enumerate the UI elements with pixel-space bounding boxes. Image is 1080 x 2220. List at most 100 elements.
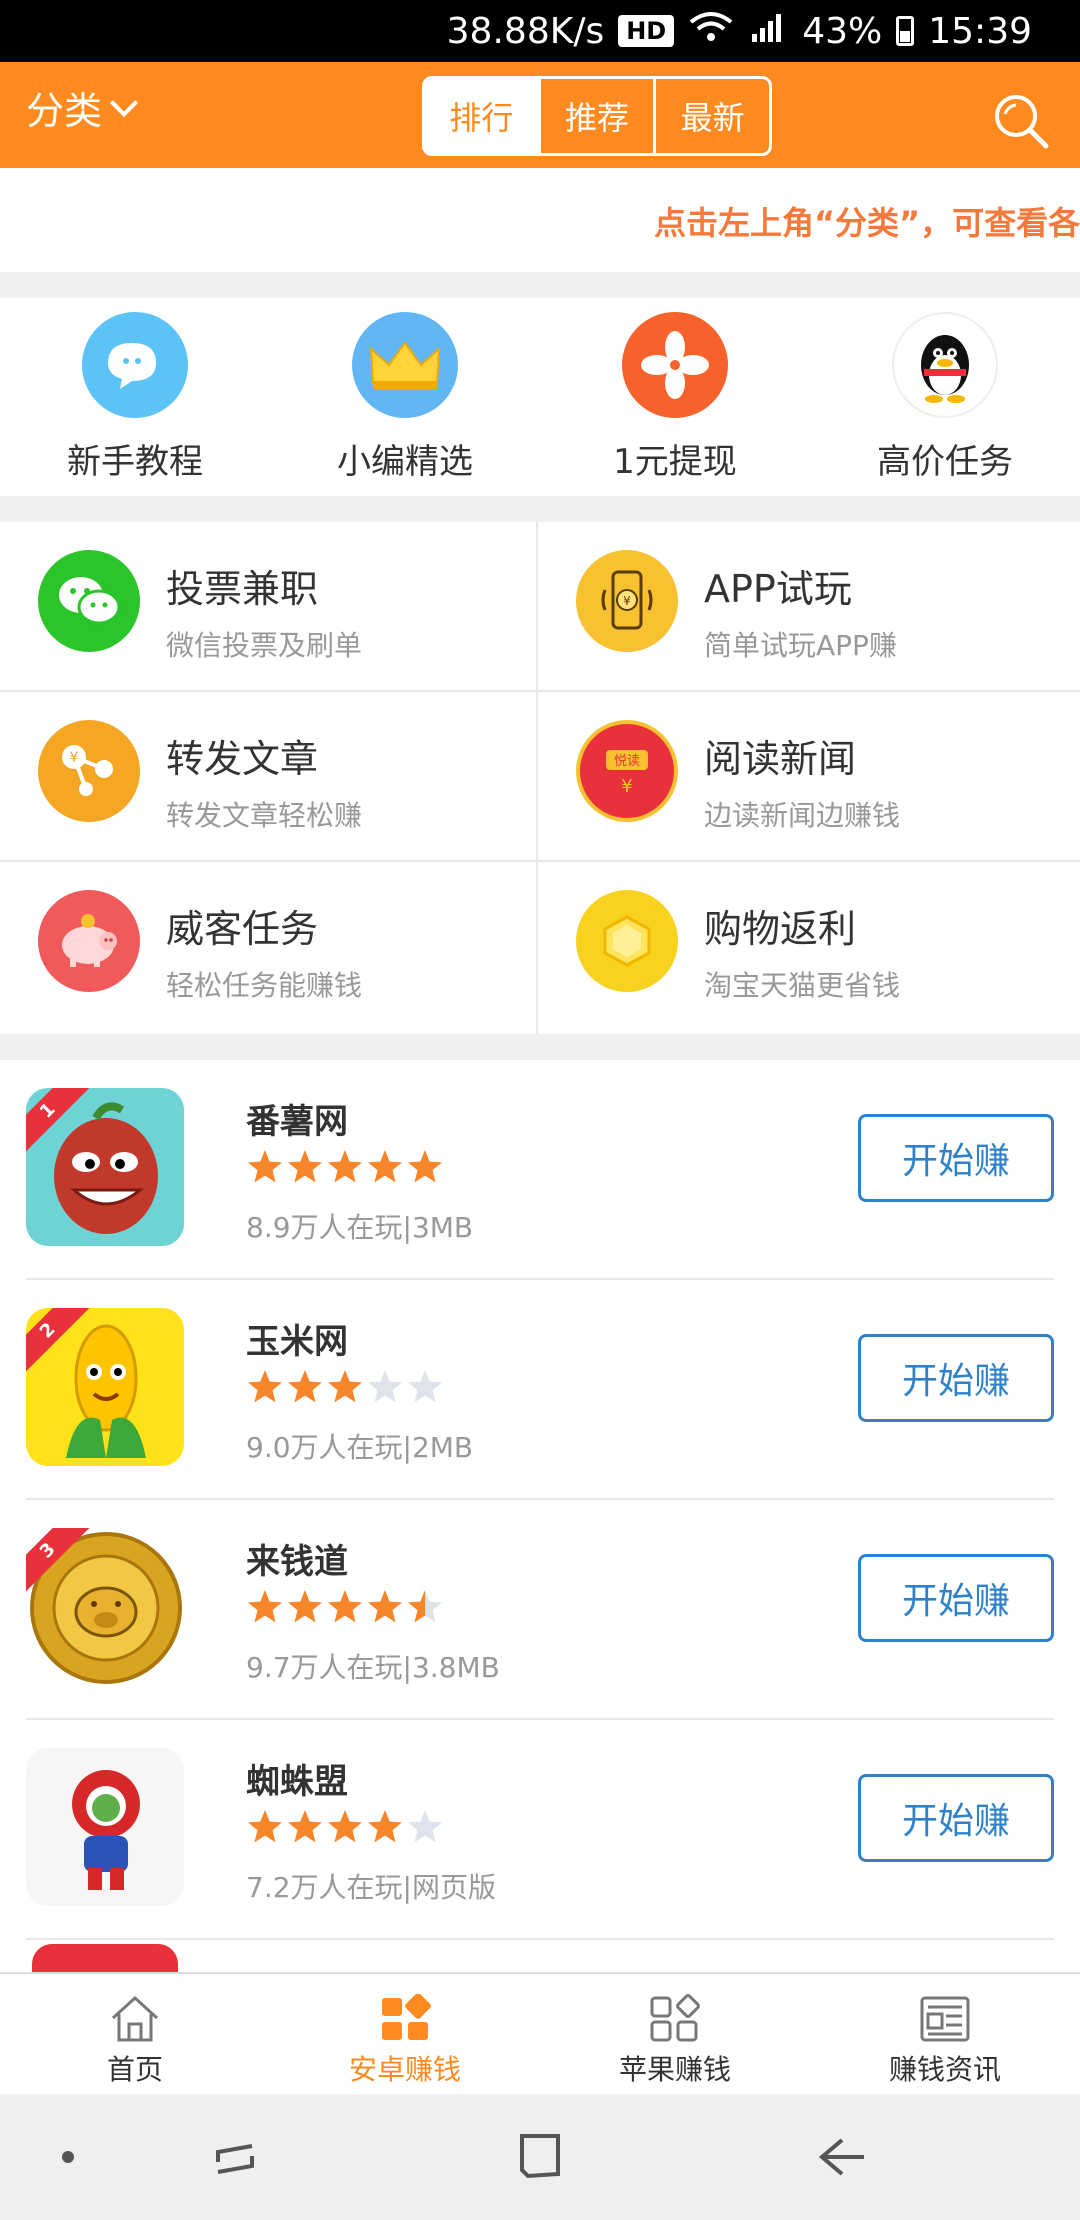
- home-square-icon[interactable]: [510, 2132, 570, 2182]
- crown-icon: [352, 312, 458, 418]
- notice-text: 点击左上角“分类”，可查看各: [654, 204, 1080, 242]
- star-filled-icon: [368, 1590, 402, 1623]
- start-earning-button[interactable]: 开始赚: [858, 1334, 1054, 1422]
- star-filled-icon: [328, 1150, 362, 1183]
- wifi-signal-icon: [688, 10, 734, 52]
- star-empty-icon: [408, 1370, 442, 1403]
- category-title: 威客任务: [166, 907, 319, 951]
- star-filled-icon: [248, 1150, 282, 1183]
- android-grid-icon: [382, 1994, 431, 2040]
- star-filled-icon: [248, 1590, 282, 1623]
- category-app-trial[interactable]: ¥ APP试玩 简单试玩APP赚: [538, 522, 1080, 692]
- list-item[interactable]: 3 来钱道 9.7万人在玩|3.8MB 开始赚: [0, 1500, 1080, 1720]
- phone-coin-icon: ¥: [576, 550, 678, 652]
- app-meta: 9.7万人在玩|3.8MB: [246, 1651, 500, 1684]
- start-earning-button[interactable]: 开始赚: [858, 1554, 1054, 1642]
- app-icon-partial: [32, 1944, 178, 1974]
- star-filled-icon: [288, 1810, 322, 1843]
- tab-label: 苹果赚钱: [618, 2053, 731, 2086]
- tab-label: 赚钱资讯: [888, 2053, 1001, 2086]
- category-share-article[interactable]: ¥ 转发文章 转发文章轻松赚: [0, 692, 538, 862]
- tab-home[interactable]: 首页: [0, 1974, 270, 2094]
- category-subtitle: 边读新闻边赚钱: [704, 799, 901, 832]
- tab-android-earn[interactable]: 安卓赚钱: [270, 1974, 540, 2094]
- gold-pig-coin-icon: 3: [26, 1528, 184, 1686]
- list-item[interactable]: 2 玉米网 9.0万人在玩|2MB 开始赚: [0, 1280, 1080, 1500]
- start-earning-button[interactable]: 开始赚: [858, 1114, 1054, 1202]
- star-filled-icon: [248, 1370, 282, 1403]
- start-earning-button[interactable]: 开始赚: [858, 1774, 1054, 1862]
- recent-apps-icon[interactable]: [206, 2132, 266, 2182]
- list-item[interactable]: 蜘蛛盟 7.2万人在玩|网页版 开始赚: [0, 1720, 1080, 1940]
- tab-apple-earn[interactable]: 苹果赚钱: [540, 1974, 810, 2094]
- app-name: 番薯网: [246, 1102, 348, 1142]
- spider-hero-icon: [26, 1748, 184, 1906]
- star-filled-icon: [408, 1150, 442, 1183]
- category-vote-parttime[interactable]: 投票兼职 微信投票及刷单: [0, 522, 538, 692]
- tab-recommended[interactable]: 推荐: [541, 79, 657, 153]
- star-filled-icon: [288, 1370, 322, 1403]
- news-icon: [920, 1996, 970, 2042]
- app-name: 蜘蛛盟: [246, 1762, 348, 1802]
- star-filled-icon: [368, 1150, 402, 1183]
- category-read-news[interactable]: 悦读 ¥ 阅读新闻 边读新闻边赚钱: [538, 692, 1080, 862]
- tab-label: 首页: [106, 2053, 163, 2086]
- quick-link-editor-picks[interactable]: 小编精选: [270, 298, 540, 496]
- back-icon[interactable]: [812, 2132, 872, 2182]
- tab-ranking[interactable]: 排行: [425, 79, 541, 153]
- search-icon[interactable]: [992, 92, 1049, 149]
- star-half-icon: [408, 1590, 442, 1623]
- quick-link-withdraw[interactable]: 1元提现: [540, 298, 810, 496]
- dot-icon[interactable]: [40, 2132, 100, 2182]
- wechat-icon: [38, 550, 140, 652]
- svg-text:¥: ¥: [621, 776, 632, 797]
- star-empty-icon: [408, 1810, 442, 1843]
- category-freelance-task[interactable]: 威客任务 轻松任务能赚钱: [0, 862, 538, 1034]
- sweet-potato-icon: 1: [26, 1088, 184, 1246]
- quick-link-label: 新手教程: [67, 442, 203, 482]
- tab-earning-news[interactable]: 赚钱资讯: [810, 1974, 1080, 2094]
- apple-grid-icon: [650, 1994, 700, 2042]
- category-subtitle: 轻松任务能赚钱: [166, 969, 363, 1002]
- svg-text:¥: ¥: [623, 594, 631, 608]
- quick-link-tutorial[interactable]: 新手教程: [0, 298, 270, 496]
- star-empty-icon: [368, 1370, 402, 1403]
- category-title: APP试玩: [704, 567, 852, 611]
- segmented-tabs: 排行 推荐 最新: [422, 76, 772, 156]
- chevron-down-icon: [109, 88, 139, 117]
- category-title: 阅读新闻: [704, 737, 857, 781]
- battery-icon: [896, 16, 915, 46]
- category-subtitle: 转发文章轻松赚: [166, 799, 363, 832]
- category-subtitle: 微信投票及刷单: [166, 629, 363, 662]
- quick-link-label: 1元提现: [613, 442, 737, 482]
- quick-link-high-paying[interactable]: 高价任务: [810, 298, 1080, 496]
- app-name: 玉米网: [246, 1322, 348, 1362]
- star-filled-icon: [288, 1150, 322, 1183]
- cell-signal-icon: [748, 10, 788, 52]
- quick-link-label: 小编精选: [337, 442, 473, 482]
- star-filled-icon: [328, 1370, 362, 1403]
- list-item-partial[interactable]: [0, 1940, 1080, 1974]
- category-shopping-rebate[interactable]: 购物返利 淘宝天猫更省钱: [538, 862, 1080, 1034]
- category-title: 购物返利: [704, 907, 857, 951]
- rating-stars: [246, 1148, 444, 1188]
- list-item[interactable]: 1 番薯网 8.9万人在玩|3MB 开始赚: [0, 1060, 1080, 1280]
- bottom-tab-bar: 首页 安卓赚钱 苹果赚钱 赚钱资讯: [0, 1972, 1080, 2094]
- quick-links: 新手教程 小编精选 1元提现 高价任务: [0, 298, 1080, 496]
- star-filled-icon: [328, 1810, 362, 1843]
- category-subtitle: 简单试玩APP赚: [704, 629, 897, 662]
- app-meta: 7.2万人在玩|网页版: [246, 1871, 496, 1904]
- star-filled-icon: [328, 1590, 362, 1623]
- category-subtitle: 淘宝天猫更省钱: [704, 969, 901, 1002]
- share-coins-icon: ¥: [38, 720, 140, 822]
- svg-text:¥: ¥: [70, 750, 79, 766]
- app-name: 来钱道: [246, 1542, 348, 1582]
- app-ranking-list: 1 番薯网 8.9万人在玩|3MB 开始赚 2 玉米网 9.0万人在玩|2MB …: [0, 1060, 1080, 1974]
- tab-latest[interactable]: 最新: [656, 79, 769, 153]
- category-dropdown[interactable]: 分类: [26, 80, 139, 135]
- rating-stars: [246, 1808, 444, 1848]
- app-meta: 9.0万人在玩|2MB: [246, 1431, 474, 1464]
- category-title: 转发文章: [166, 737, 319, 781]
- clock: 15:39: [928, 10, 1032, 52]
- penguin-icon: [892, 312, 998, 418]
